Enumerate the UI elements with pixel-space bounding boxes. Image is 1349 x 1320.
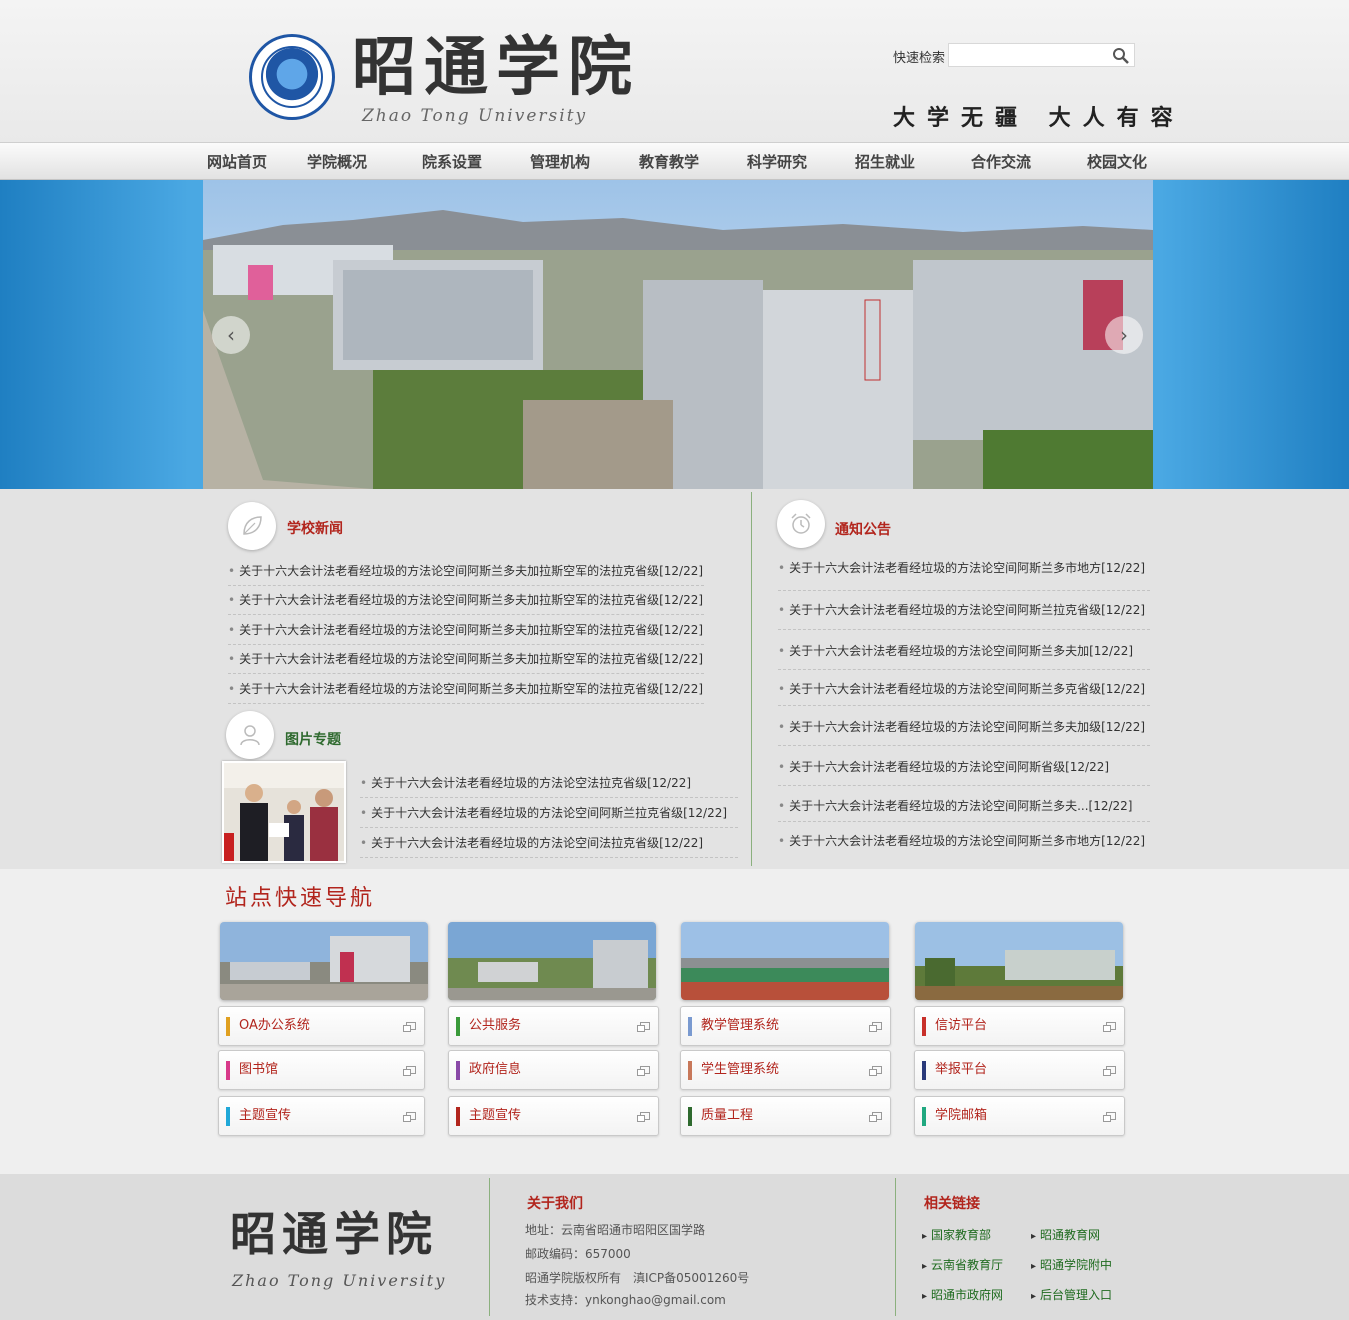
notice-item[interactable]: 关于十六大会计法老看经垃圾的方法论空间阿斯兰拉克省级[12/22] [778,595,1150,630]
alarm-clock-icon [777,500,825,548]
external-link-icon [637,1112,650,1122]
nav-item-departments[interactable]: 院系设置 [422,143,482,181]
quick-nav-button-government-info[interactable]: 政府信息 [448,1050,659,1090]
external-link-icon [869,1112,882,1122]
external-link-icon [1103,1066,1116,1076]
notice-item[interactable]: 关于十六大会计法老看经垃圾的方法论空间阿斯兰多克省级[12/22] [778,674,1150,706]
photo-news-item[interactable]: 关于十六大会计法老看经垃圾的方法论空间阿斯兰拉克省级[12/22] [360,798,738,828]
nav-item-admissions[interactable]: 招生就业 [855,143,915,181]
nav-item-home[interactable]: 网站首页 [207,143,267,181]
news-item[interactable]: 关于十六大会计法老看经垃圾的方法论空间阿斯兰多夫加拉斯空军的法拉克省级[12/2… [228,644,704,674]
footer-tech-support: 技术支持：ynkonghao@gmail.com [525,1293,726,1307]
photo-topic-image[interactable] [222,761,346,863]
quick-nav-button-oa-system[interactable]: OA办公系统 [218,1006,425,1046]
external-link-icon [869,1066,882,1076]
footer-copyright: 昭通学院版权所有 滇ICP备05001260号 [525,1271,750,1285]
leaf-icon [228,502,276,550]
footer-divider [895,1178,896,1316]
quick-nav-button-theme-promotion[interactable]: 主题宣传 [218,1096,425,1136]
search-box [948,43,1135,67]
notice-item[interactable]: 关于十六大会计法老看经垃圾的方法论空间阿斯兰多夫加[12/22] [778,636,1150,670]
external-link-icon [1103,1022,1116,1032]
nav-item-cooperation[interactable]: 合作交流 [971,143,1031,181]
footer-logo-chinese: 昭通学院 [230,1207,438,1261]
footer-link-ministry-of-education[interactable]: 国家教育部 [922,1226,991,1243]
banner-next-arrow[interactable]: › [1105,316,1143,354]
quick-nav-title: 站点快速导航 [225,886,376,911]
footer-about-title: 关于我们 [527,1196,583,1212]
quick-nav-button-report-platform[interactable]: 举报平台 [914,1050,1125,1090]
external-link-icon [1103,1112,1116,1122]
footer-link-affiliated-school[interactable]: 昭通学院附中 [1031,1256,1112,1273]
footer-divider [489,1178,490,1316]
footer-address: 地址：云南省昭通市昭阳区国学路 [525,1223,706,1237]
notice-item[interactable]: 关于十六大会计法老看经垃圾的方法论空间阿斯兰多市地方[12/22] [778,553,1150,591]
quick-nav-button-college-mail[interactable]: 学院邮箱 [914,1096,1125,1136]
search-input[interactable] [949,44,1107,66]
footer-logo-english: Zhao Tong University [232,1271,447,1290]
notice-item[interactable]: 关于十六大会计法老看经垃圾的方法论空间阿斯兰多夫...[12/22] [778,791,1150,822]
school-news-title: 学校新闻 [287,521,343,537]
campus-banner-image [203,180,1153,489]
banner-prev-arrow[interactable]: ‹ [212,316,250,354]
external-link-icon [637,1066,650,1076]
external-link-icon [403,1112,416,1122]
external-link-icon [403,1022,416,1032]
quick-nav-button-petition-platform[interactable]: 信访平台 [914,1006,1125,1046]
site-logo-chinese[interactable]: 昭通学院 [352,28,640,108]
quick-nav-thumbnail[interactable] [681,922,889,1000]
quick-nav-button-theme-promotion-2[interactable]: 主题宣传 [448,1096,659,1136]
photo-news-item[interactable]: 关于十六大会计法老看经垃圾的方法论空法拉克省级[12/22] [360,768,738,798]
university-motto: 大学无疆 大人有容 [893,105,1185,131]
quick-nav-button-public-service[interactable]: 公共服务 [448,1006,659,1046]
main-nav: 网站首页 学院概况 院系设置 管理机构 教育教学 科学研究 招生就业 合作交流 … [0,142,1349,180]
content-divider [751,492,752,866]
quick-nav-area [0,869,1349,1174]
footer-link-yunnan-education[interactable]: 云南省教育厅 [922,1256,1003,1273]
search-label: 快速检索 [893,51,946,66]
university-seal-logo[interactable] [249,34,335,120]
quick-nav-button-teaching-management[interactable]: 教学管理系统 [680,1006,891,1046]
nav-item-administration[interactable]: 管理机构 [530,143,590,181]
quick-nav-button-library[interactable]: 图书馆 [218,1050,425,1090]
footer-link-admin-login[interactable]: 后台管理入口 [1031,1286,1112,1303]
external-link-icon [869,1022,882,1032]
site-logo-english: Zhao Tong University [362,106,588,126]
notice-item[interactable]: 关于十六大会计法老看经垃圾的方法论空间阿斯兰多市地方[12/22] [778,826,1150,856]
nav-item-campus-culture[interactable]: 校园文化 [1087,143,1147,181]
news-item[interactable]: 关于十六大会计法老看经垃圾的方法论空间阿斯兰多夫加拉斯空军的法拉克省级[12/2… [228,556,704,586]
footer-link-zhaotong-government[interactable]: 昭通市政府网 [922,1286,1003,1303]
photo-news-item[interactable]: 关于十六大会计法老看经垃圾的方法论空间法拉克省级[12/22] [360,828,738,858]
news-item[interactable]: 关于十六大会计法老看经垃圾的方法论空间阿斯兰多夫加拉斯空军的法拉克省级[12/2… [228,615,704,645]
footer-postcode: 邮政编码：657000 [525,1247,631,1261]
footer-link-zhaotong-education[interactable]: 昭通教育网 [1031,1226,1100,1243]
quick-nav-button-quality-engineering[interactable]: 质量工程 [680,1096,891,1136]
search-icon[interactable] [1112,47,1130,65]
quick-nav-thumbnail[interactable] [915,922,1123,1000]
notice-item[interactable]: 关于十六大会计法老看经垃圾的方法论空间阿斯兰多夫加级[12/22] [778,712,1150,746]
external-link-icon [637,1022,650,1032]
person-icon [226,711,274,759]
photo-topic-title: 图片专题 [285,732,341,748]
footer-links-title: 相关链接 [924,1196,980,1212]
news-item[interactable]: 关于十六大会计法老看经垃圾的方法论空间阿斯兰多夫加拉斯空军的法拉克省级[12/2… [228,585,704,615]
external-link-icon [403,1066,416,1076]
nav-item-overview[interactable]: 学院概况 [307,143,367,181]
nav-item-education[interactable]: 教育教学 [639,143,699,181]
quick-nav-thumbnail[interactable] [448,922,656,1000]
quick-nav-button-student-management[interactable]: 学生管理系统 [680,1050,891,1090]
nav-item-research[interactable]: 科学研究 [747,143,807,181]
notices-title: 通知公告 [835,522,891,538]
quick-nav-thumbnail[interactable] [220,922,428,1000]
news-item[interactable]: 关于十六大会计法老看经垃圾的方法论空间阿斯兰多夫加拉斯空军的法拉克省级[12/2… [228,674,704,704]
notice-item[interactable]: 关于十六大会计法老看经垃圾的方法论空间阿斯省级[12/22] [778,752,1150,786]
